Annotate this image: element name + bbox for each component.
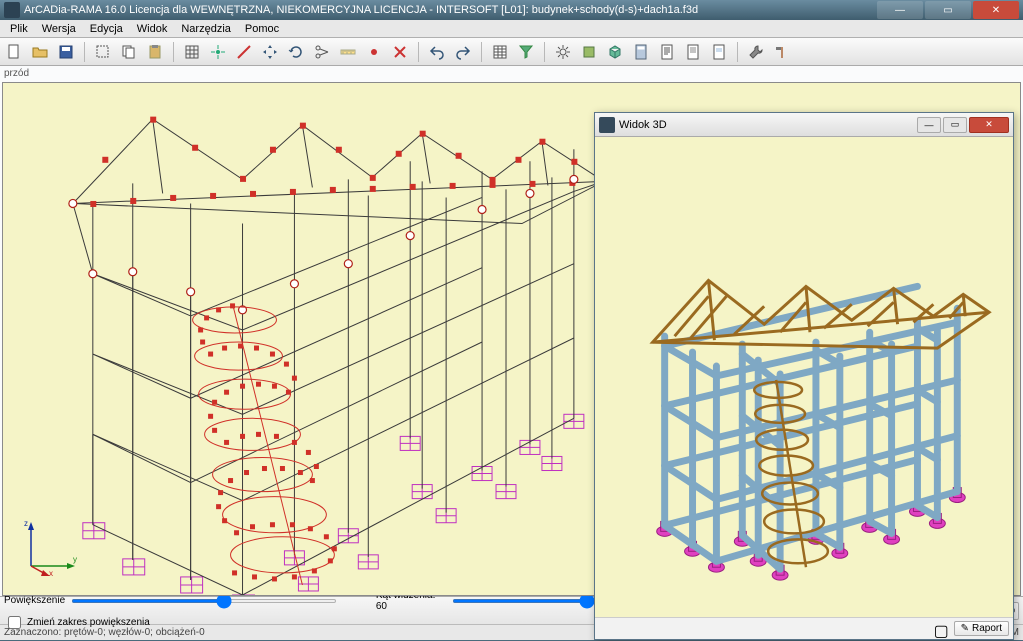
window-3d-close[interactable]: ✕ bbox=[969, 117, 1009, 133]
3d-box-icon[interactable] bbox=[605, 42, 625, 62]
paste-icon[interactable] bbox=[145, 42, 165, 62]
axis-triad: z y x bbox=[21, 516, 81, 581]
copy-icon[interactable] bbox=[119, 42, 139, 62]
select-icon[interactable] bbox=[93, 42, 113, 62]
window-3d-minimize[interactable]: — bbox=[917, 117, 941, 133]
delete-icon[interactable] bbox=[390, 42, 410, 62]
wrench-icon[interactable] bbox=[746, 42, 766, 62]
scissors-icon[interactable] bbox=[312, 42, 332, 62]
report3-icon[interactable] bbox=[709, 42, 729, 62]
report-icon[interactable] bbox=[657, 42, 677, 62]
move-icon[interactable] bbox=[260, 42, 280, 62]
lock-zoom-label: Zmień zakres powiększenia bbox=[27, 617, 150, 628]
undo-icon[interactable] bbox=[427, 42, 447, 62]
maximize-button[interactable]: ▭ bbox=[925, 1, 971, 19]
svg-text:x: x bbox=[49, 569, 53, 576]
menu-pomoc[interactable]: Pomoc bbox=[239, 23, 285, 35]
member-icon[interactable] bbox=[234, 42, 254, 62]
report2-icon[interactable] bbox=[683, 42, 703, 62]
window-3d-icon bbox=[599, 117, 615, 133]
window-3d-maximize[interactable]: ▭ bbox=[943, 117, 967, 133]
window-title: ArCADia-RAMA 16.0 Licencja dla WEWNĘTRZN… bbox=[24, 4, 877, 16]
window-3d-view[interactable]: Widok 3D — ▭ ✕ bbox=[594, 112, 1014, 640]
window-3d-title: Widok 3D bbox=[619, 119, 667, 131]
zoom-slider[interactable] bbox=[71, 599, 337, 603]
status-selection: Zaznaczono: prętów-0; węzłów-0; obciążeń… bbox=[4, 627, 205, 638]
svg-text:z: z bbox=[24, 519, 28, 528]
table-icon[interactable] bbox=[490, 42, 510, 62]
open-file-icon[interactable] bbox=[30, 42, 50, 62]
close-button[interactable]: ✕ bbox=[973, 1, 1019, 19]
grid-icon[interactable] bbox=[182, 42, 202, 62]
calc-icon[interactable] bbox=[631, 42, 651, 62]
raport-button[interactable]: ✎ Raport bbox=[954, 621, 1009, 636]
new-file-icon[interactable] bbox=[4, 42, 24, 62]
menu-edycja[interactable]: Edycja bbox=[84, 23, 129, 35]
section-icon[interactable] bbox=[579, 42, 599, 62]
menu-widok[interactable]: Widok bbox=[131, 23, 174, 35]
measure-icon[interactable] bbox=[338, 42, 358, 62]
app-icon bbox=[4, 2, 20, 18]
menu-plik[interactable]: Plik bbox=[4, 23, 34, 35]
rotate-icon[interactable] bbox=[286, 42, 306, 62]
pencil-icon: ✎ bbox=[961, 623, 969, 634]
snap-icon[interactable] bbox=[208, 42, 228, 62]
menu-wersja[interactable]: Wersja bbox=[36, 23, 82, 35]
svg-text:y: y bbox=[73, 555, 77, 564]
viewport-label: przód bbox=[4, 68, 29, 79]
filter-icon[interactable] bbox=[516, 42, 536, 62]
save-file-icon[interactable] bbox=[56, 42, 76, 62]
minimize-button[interactable]: — bbox=[877, 1, 923, 19]
redo-icon[interactable] bbox=[453, 42, 473, 62]
viewport-3d[interactable] bbox=[595, 137, 1013, 617]
raport-label: Raport bbox=[972, 623, 1002, 634]
hammer-icon[interactable] bbox=[772, 42, 792, 62]
settings-icon[interactable] bbox=[553, 42, 573, 62]
menu-narzedzia[interactable]: Narzędzia bbox=[175, 23, 237, 35]
zoom-label: Powiększenie bbox=[4, 595, 65, 606]
node-icon[interactable] bbox=[364, 42, 384, 62]
view3d-tool-icon[interactable]: ▢ bbox=[934, 621, 950, 637]
